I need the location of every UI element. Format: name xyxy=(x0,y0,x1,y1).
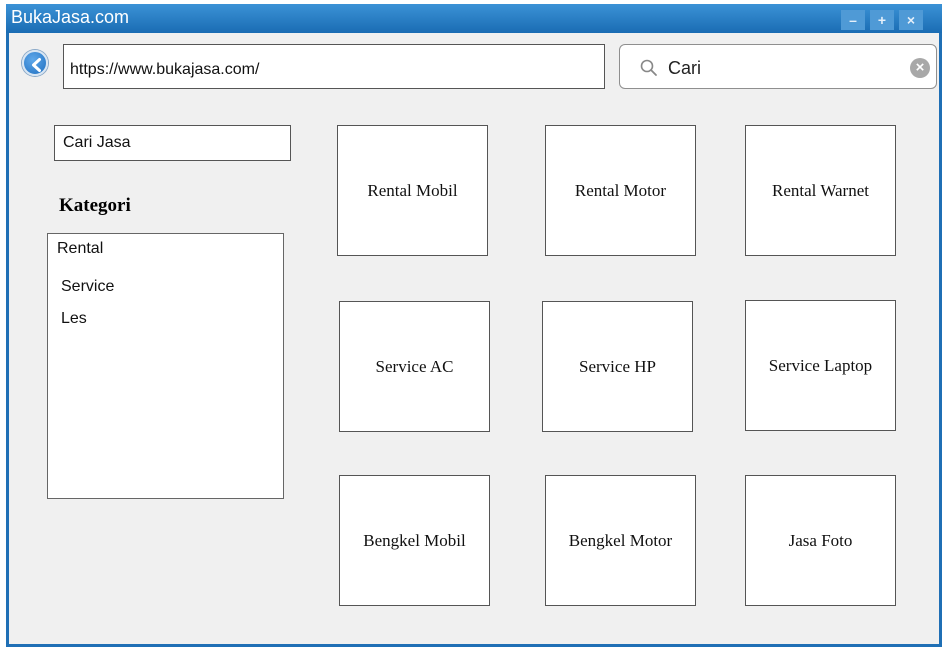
service-card-label: Jasa Foto xyxy=(788,530,853,550)
service-card-rental-warnet[interactable]: Rental Warnet xyxy=(745,125,896,256)
back-button[interactable] xyxy=(22,50,48,76)
url-text: https://www.bukajasa.com/ xyxy=(70,61,260,78)
category-item-service[interactable]: Service xyxy=(61,278,114,296)
service-search-field[interactable]: Cari Jasa xyxy=(54,125,291,161)
category-item-les[interactable]: Les xyxy=(61,310,87,328)
service-card-label: Rental Mobil xyxy=(367,180,458,200)
browser-window: BukaJasa.com – + × https://www.bukajasa.… xyxy=(6,4,942,647)
category-list[interactable]: Rental Service Les xyxy=(47,233,284,499)
address-bar[interactable]: https://www.bukajasa.com/ xyxy=(63,44,605,89)
search-value: Cari xyxy=(668,58,702,78)
chevron-left-icon xyxy=(32,58,41,72)
service-card-rental-mobil[interactable]: Rental Mobil xyxy=(337,125,488,256)
minimize-button[interactable]: – xyxy=(841,10,865,30)
service-card-label: Rental Motor xyxy=(574,180,667,200)
service-card-service-hp[interactable]: Service HP xyxy=(542,301,693,432)
service-card-service-laptop[interactable]: Service Laptop xyxy=(745,300,896,431)
service-card-service-ac[interactable]: Service AC xyxy=(339,301,490,432)
service-card-rental-motor[interactable]: Rental Motor xyxy=(545,125,696,256)
close-window-button[interactable]: × xyxy=(899,10,923,30)
category-heading: Kategori xyxy=(59,195,131,216)
category-item-rental[interactable]: Rental xyxy=(57,240,103,258)
service-card-label: Bengkel Mobil xyxy=(363,530,466,550)
service-card-label: Service Laptop xyxy=(768,355,873,375)
search-icon xyxy=(640,59,657,76)
clear-icon[interactable]: × xyxy=(910,58,930,78)
service-search-value: Cari Jasa xyxy=(63,134,131,151)
service-card-jasa-foto[interactable]: Jasa Foto xyxy=(745,475,896,606)
service-card-label: Rental Warnet xyxy=(772,180,869,200)
service-card-label: Service HP xyxy=(579,356,656,376)
service-card-label: Service AC xyxy=(375,356,454,376)
service-card-bengkel-motor[interactable]: Bengkel Motor xyxy=(545,475,696,606)
window-title: BukaJasa.com xyxy=(11,7,130,27)
service-card-bengkel-mobil[interactable]: Bengkel Mobil xyxy=(339,475,490,606)
title-bar[interactable]: BukaJasa.com – + × xyxy=(6,4,942,33)
maximize-button[interactable]: + xyxy=(870,10,894,30)
service-card-label: Bengkel Motor xyxy=(568,530,673,550)
search-input[interactable]: Cari × xyxy=(619,44,937,89)
